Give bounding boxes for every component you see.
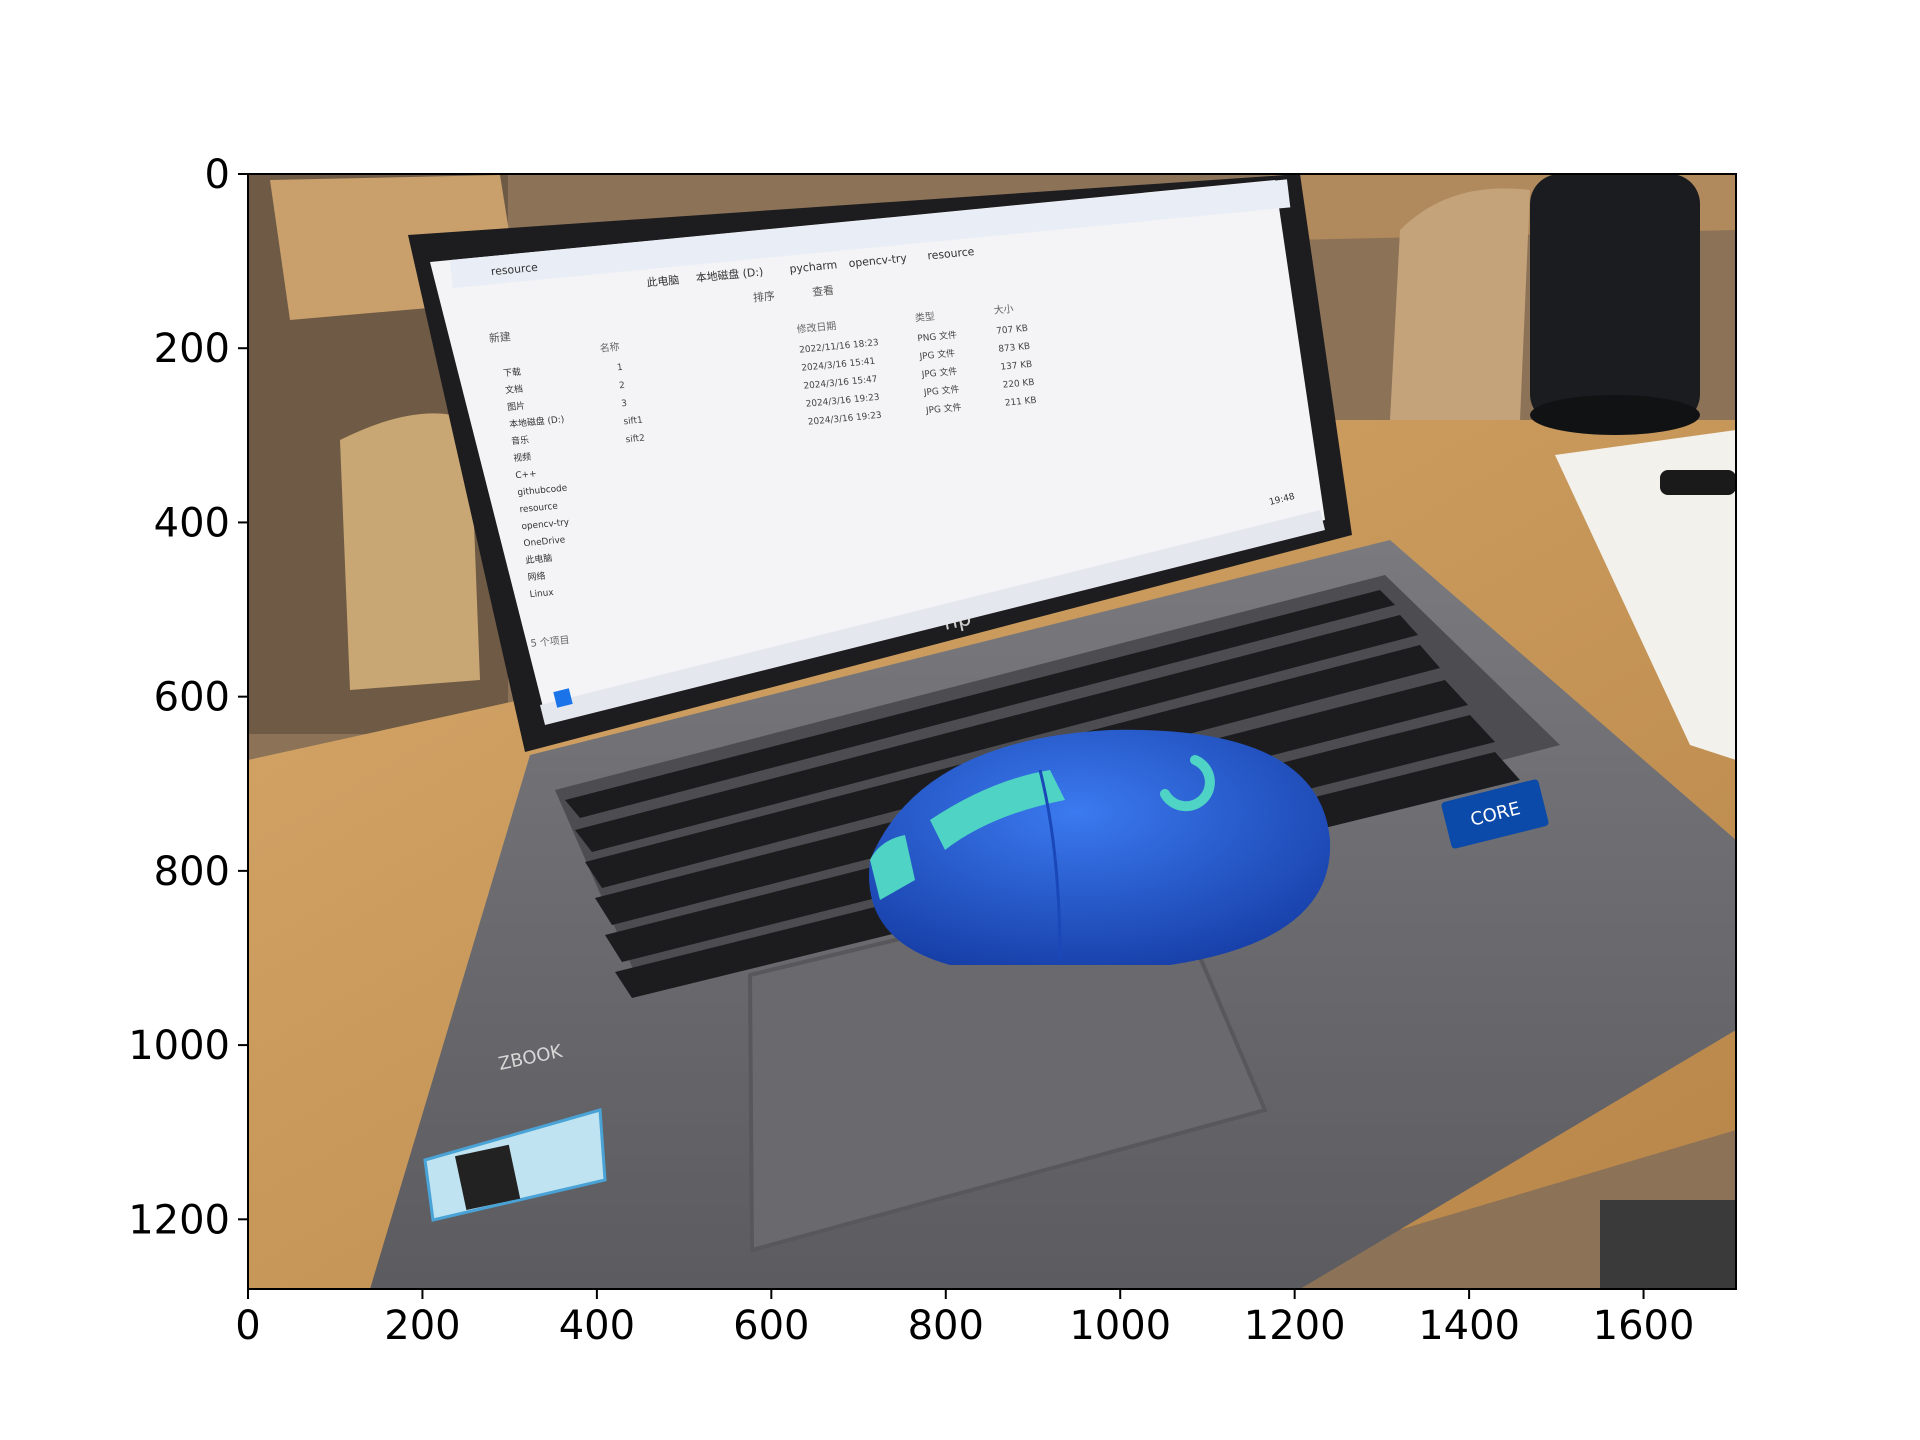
x-tick-label: 1000 [1069, 1303, 1171, 1349]
file-cell-name[interactable]: 1 [617, 363, 624, 374]
file-cell-name[interactable]: sift2 [625, 434, 645, 446]
chair-back-right [1390, 188, 1530, 420]
figure: CORE ZBOOK hp resource 此电脑 本地磁盘 (D:) pyc… [128, 152, 1737, 1349]
floor-shadow [1600, 1200, 1736, 1289]
y-tick-label: 0 [205, 152, 230, 198]
sidebar-item[interactable]: C++ [515, 469, 537, 481]
view-button[interactable]: 查看 [811, 283, 834, 299]
new-button[interactable]: 新建 [488, 329, 511, 345]
y-tick-label: 1000 [128, 1023, 230, 1069]
sort-button[interactable]: 排序 [752, 288, 775, 304]
x-tick-label: 1600 [1593, 1303, 1695, 1349]
file-cell-name[interactable]: 3 [621, 399, 628, 410]
x-tick-label: 400 [559, 1303, 635, 1349]
x-tick-label: 0 [235, 1303, 260, 1349]
y-tick-label: 400 [154, 500, 230, 546]
qr-code [454, 1144, 521, 1211]
y-tick-label: 600 [154, 675, 230, 721]
y-axis: 0 200 400 600 800 1000 1200 [128, 152, 248, 1243]
file-cell-name[interactable]: sift1 [623, 416, 643, 428]
thermos-base [1530, 395, 1700, 435]
x-tick-label: 1200 [1244, 1303, 1346, 1349]
pen [1660, 470, 1736, 495]
thermos-bottle [1530, 174, 1700, 424]
y-tick-label: 1200 [128, 1197, 230, 1243]
y-tick-label: 800 [154, 849, 230, 895]
x-axis: 0 200 400 600 800 1000 1200 1400 1600 [235, 1289, 1694, 1349]
x-tick-label: 1400 [1418, 1303, 1520, 1349]
photo: CORE ZBOOK hp resource 此电脑 本地磁盘 (D:) pyc… [248, 174, 1736, 1289]
x-tick-label: 800 [908, 1303, 984, 1349]
file-cell-name[interactable]: 2 [619, 381, 626, 392]
y-tick-label: 200 [154, 326, 230, 372]
x-tick-label: 200 [384, 1303, 460, 1349]
x-tick-label: 600 [733, 1303, 809, 1349]
